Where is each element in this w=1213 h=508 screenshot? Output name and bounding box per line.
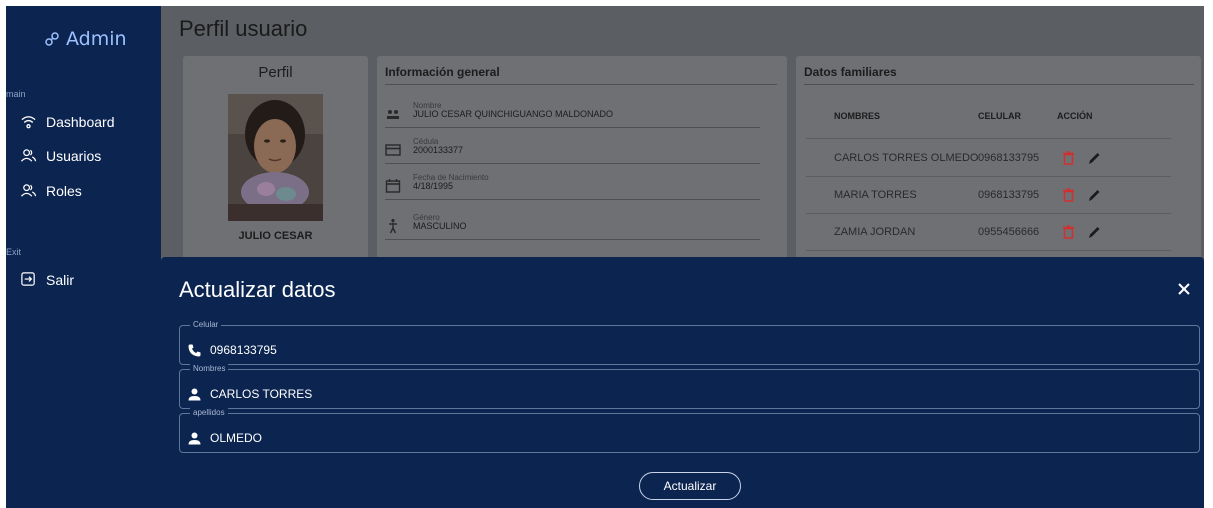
info-row-genero: Género MASCULINO: [385, 213, 760, 240]
sidebar-item-roles[interactable]: Roles: [20, 182, 82, 199]
general-info-title: Información general: [385, 65, 500, 79]
edit-pencil-icon[interactable]: [1088, 151, 1101, 165]
section-label-exit: Exit: [6, 247, 22, 257]
names-field-value: CARLOS TORRES: [210, 387, 313, 401]
sidebar-item-dashboard[interactable]: Dashboard: [20, 113, 115, 130]
person-icon: [188, 432, 201, 445]
logout-icon: [21, 272, 35, 286]
cell-name: CARLOS TORRES OLMEDO: [834, 152, 979, 164]
update-button[interactable]: Actualizar: [639, 472, 741, 500]
delete-icon[interactable]: [1062, 225, 1075, 239]
info-row-cedula: Cédula 2000133377: [385, 137, 760, 164]
cell-phone: 0955456666: [978, 226, 1040, 238]
family-card: Datos familiares NOMBRES CELULAR ACCIÓN …: [796, 56, 1201, 266]
info-value: MASCULINO: [413, 221, 467, 231]
general-info-card: Información general Nombre JULIO CESAR Q…: [377, 56, 787, 266]
table-row: MARIA TORRES 0968133795: [806, 177, 1171, 214]
close-icon[interactable]: [1174, 279, 1194, 299]
cell-phone: 0968133795: [978, 189, 1040, 201]
field-legend: Celular: [190, 320, 222, 329]
sidebar-item-label: Dashboard: [46, 113, 115, 130]
sidebar-item-label: Usuarios: [46, 147, 102, 164]
info-value: JULIO CESAR QUINCHIGUANGO MALDONADO: [413, 109, 614, 119]
divider: [804, 84, 1194, 85]
table-row: CARLOS TORRES OLMEDO 0968133795: [806, 140, 1171, 177]
cell-phone: 0968133795: [978, 152, 1040, 164]
id-card-icon: [385, 144, 401, 156]
profile-card-title: Perfil: [258, 64, 293, 81]
brand[interactable]: Admin: [44, 28, 127, 50]
profile-photo-image: [228, 94, 323, 221]
sidebar-item-label: Salir: [46, 271, 75, 288]
section-label-main: main: [6, 89, 26, 99]
cell-name: ZAMIA JORDAN: [834, 226, 916, 238]
delete-icon[interactable]: [1062, 151, 1075, 165]
phone-icon: [188, 344, 201, 357]
person-icon: [188, 388, 201, 401]
person-gender-icon: [389, 218, 397, 234]
phone-field-value: 0968133795: [210, 343, 277, 357]
divider: [385, 84, 777, 85]
profile-photo: [228, 94, 323, 221]
col-header-phone: CELULAR: [978, 111, 1021, 121]
users-icon: [20, 184, 37, 197]
surnames-field-value: OLMEDO: [210, 431, 263, 445]
field-legend: Nombres: [190, 364, 229, 373]
field-legend: apellidos: [190, 408, 228, 417]
names-field[interactable]: Nombres CARLOS TORRES: [179, 364, 1200, 409]
col-header-action: ACCIÓN: [1057, 111, 1093, 121]
info-row-fecha: Fecha de Nacimiento 4/18/1995: [385, 173, 760, 200]
info-row-nombre: Nombre JULIO CESAR QUINCHIGUANGO MALDONA…: [385, 101, 760, 128]
sidebar-item-usuarios[interactable]: Usuarios: [20, 147, 101, 164]
sidebar-item-label: Roles: [46, 182, 82, 199]
phone-field[interactable]: Celular 0968133795: [179, 320, 1200, 365]
delete-icon[interactable]: [1062, 188, 1075, 202]
profile-name: JULIO CESAR: [238, 230, 313, 242]
col-header-names: NOMBRES: [834, 111, 881, 121]
update-data-dialog: Actualizar datos Celular 0968133795 Nomb…: [161, 257, 1204, 508]
brand-label: Admin: [66, 28, 127, 50]
sidebar: Admin main Dashboard Usuarios Roles Exit…: [6, 6, 161, 508]
calendar-icon: [385, 179, 401, 193]
brand-icon: [45, 32, 59, 46]
family-card-title: Datos familiares: [804, 65, 897, 79]
edit-pencil-icon[interactable]: [1088, 188, 1101, 202]
sidebar-item-salir[interactable]: Salir: [20, 271, 74, 288]
divider: [806, 138, 1171, 139]
edit-pencil-icon[interactable]: [1088, 225, 1101, 239]
info-value: 4/18/1995: [413, 181, 454, 191]
dialog-title: Actualizar datos: [179, 277, 336, 302]
table-row: ZAMIA JORDAN 0955456666: [806, 214, 1171, 251]
profile-card: Perfil JULIO CESAR: [183, 56, 368, 266]
app-frame: Admin main Dashboard Usuarios Roles Exit…: [6, 6, 1204, 508]
wifi-icon: [21, 116, 36, 129]
info-value: 2000133377: [413, 145, 464, 155]
page-title: Perfil usuario: [179, 16, 308, 41]
cell-name: MARIA TORRES: [834, 189, 917, 201]
users-icon: [20, 149, 37, 162]
surnames-field[interactable]: apellidos OLMEDO: [179, 408, 1200, 453]
people-icon: [387, 110, 399, 119]
